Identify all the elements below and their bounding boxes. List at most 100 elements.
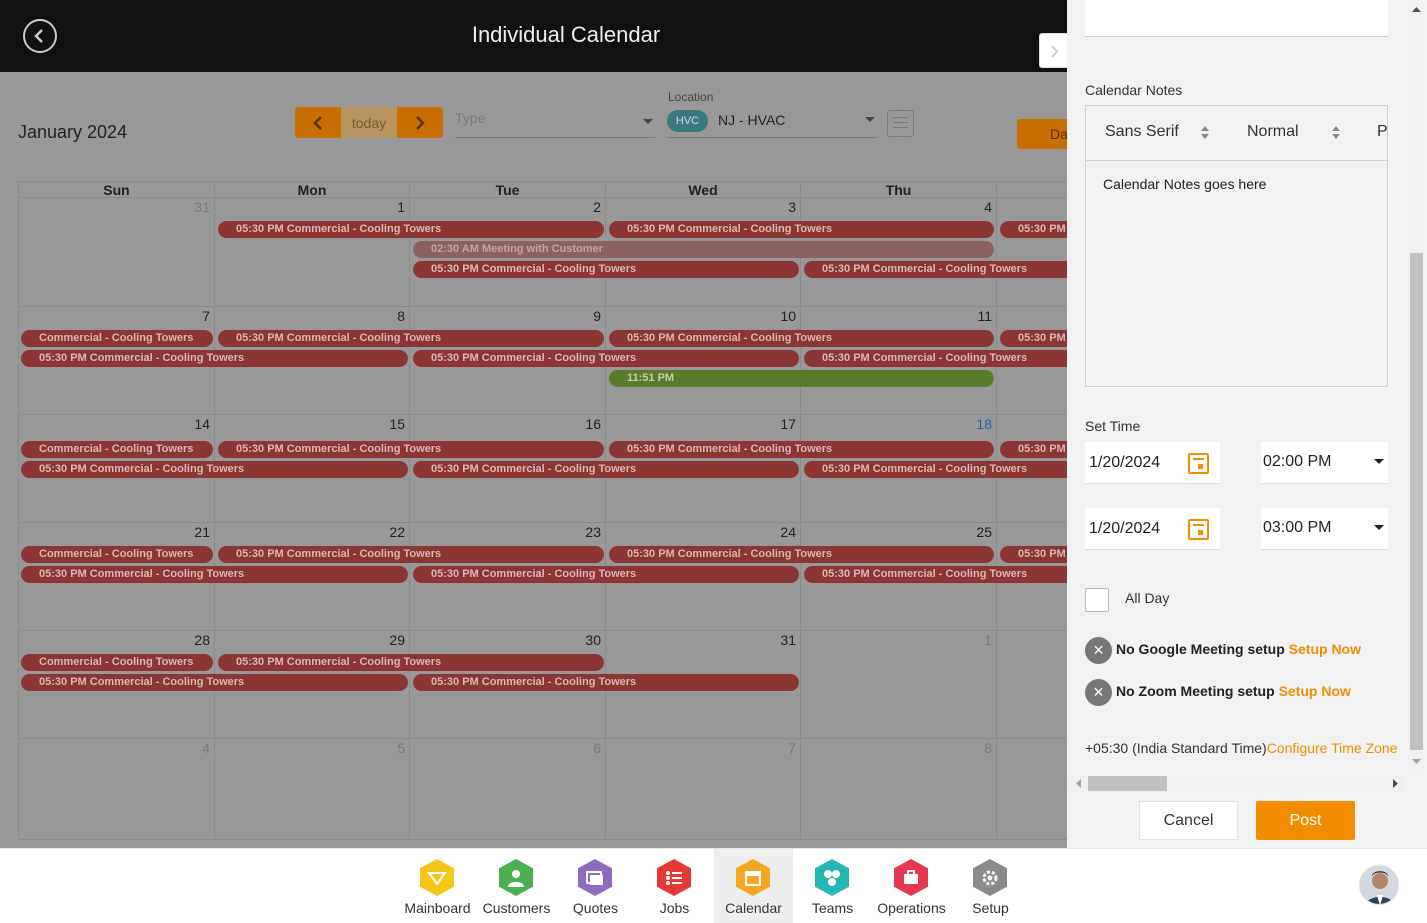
day-cell[interactable]: 31 [19,198,215,307]
calendar-event[interactable]: 02:30 AM Meeting with Customer [413,241,994,258]
calendar-event[interactable]: 05:30 PM Commercial - Cooling Towers [218,221,604,238]
location-badge: HVC [667,110,708,132]
calendar-event[interactable]: 05:30 PM Commercial - Cooling Towers [609,441,994,458]
panel-vertical-scrollbar[interactable] [1408,0,1425,775]
start-time-select[interactable]: 02:00 PM [1261,442,1388,484]
calendar-event[interactable]: Commercial - Cooling Towers [21,654,213,671]
google-meeting-text: No Google Meeting setup [1116,641,1285,657]
scroll-left-icon [1076,779,1081,788]
calendar-event[interactable]: 05:30 PM Commercial - Cooling Towers [413,461,799,478]
calendar-event[interactable]: 05:30 PM Commercial - Cooling Towers [218,441,604,458]
nav-quotes[interactable]: Quotes [556,849,635,923]
google-setup-link[interactable]: Setup Now [1289,641,1361,657]
calendar-event[interactable]: 05:30 PM Commercial - Cooling Towers [804,566,1080,583]
nav-operations[interactable]: Operations [872,849,951,923]
weekday-header: Sun [19,182,215,198]
day-cell[interactable]: 1 [801,631,997,739]
scrollbar-thumb[interactable] [1410,253,1423,750]
scrollbar-thumb[interactable] [1088,776,1167,791]
nav-customers[interactable]: Customers [477,849,556,923]
day-cell[interactable]: 4 [19,739,215,840]
zoom-setup-link[interactable]: Setup Now [1279,683,1351,699]
calendar-event[interactable]: 05:30 PM Commercial - Cooling Towers [413,566,799,583]
calendar-event[interactable]: 05:30 PM Commercial - Cooling Towers [218,330,604,347]
list-view-icon[interactable] [887,110,914,137]
all-day-checkbox[interactable] [1085,588,1109,612]
day-number: 24 [780,524,796,540]
calendar-event[interactable]: 05:30 PM Commercial - Cooling Towers [21,566,408,583]
day-cell[interactable]: 8 [801,739,997,840]
calendar-event[interactable]: 05:30 PM Commercial - Cooling Towers [21,350,408,367]
location-value: NJ - HVAC [718,112,786,128]
day-cell[interactable]: 7 [606,739,801,840]
calendar-event[interactable]: 05:30 PM Commercial - Cooling Towers [609,546,994,563]
calendar-event[interactable]: 05:30 PM Commercial - Cooling Towers [804,461,1080,478]
location-select[interactable]: HVC NJ - HVAC [667,108,877,138]
post-button[interactable]: Post [1256,801,1355,840]
nav-mainboard[interactable]: Mainboard [398,849,477,923]
quotes-icon [578,859,612,896]
end-time-select[interactable]: 03:00 PM [1261,508,1388,550]
day-cell[interactable]: 5 [215,739,410,840]
calendar-event[interactable]: 05:30 PM Commercial - Cooling Towers [21,674,408,691]
day-number: 18 [976,416,992,432]
day-number: 29 [389,632,405,648]
prev-button[interactable] [295,107,341,138]
panel-horizontal-scrollbar[interactable] [1069,774,1405,793]
jobs-icon [657,859,691,896]
nav-setup[interactable]: Setup [951,849,1030,923]
configure-timezone-link[interactable]: Configure Time Zone [1267,740,1398,756]
end-date-value: 1/20/2024 [1089,520,1161,537]
cancel-button[interactable]: Cancel [1139,801,1238,840]
date-nav-group: today [295,107,443,138]
operations-icon [894,859,928,896]
calendar-event[interactable]: 05:30 PM Commercial - Cooling Towers [413,674,799,691]
day-number: 3 [788,199,796,215]
calendar-event[interactable]: 05:30 PM Commercial - Cooling Towers [609,221,994,238]
nav-label: Calendar [725,900,782,916]
day-cell[interactable]: 1 [215,198,410,307]
day-cell[interactable] [997,198,1068,307]
calendar-event[interactable]: 05:30 PM Commercial - Cooling Towers [413,261,799,278]
calendar-icon[interactable] [1188,453,1209,474]
notes-textarea[interactable]: Calendar Notes goes here [1103,176,1266,192]
today-button[interactable]: today [340,107,398,138]
scroll-right-icon [1393,779,1398,788]
calendar-event[interactable]: 05:30 PM Commercial - Cooling Towers [413,350,799,367]
nav-calendar[interactable]: Calendar [714,849,793,923]
month-label: January 2024 [18,122,128,142]
calendar-event[interactable]: 05:30 PM Commercial - Cooling Towers [21,461,408,478]
nav-jobs[interactable]: Jobs [635,849,714,923]
calendar-event[interactable]: 05:30 PM Commercial - Cooling Towers [218,654,604,671]
start-date-input[interactable]: 1/20/2024 [1085,442,1220,484]
day-cell[interactable] [997,631,1068,739]
user-avatar[interactable] [1359,865,1399,905]
mainboard-icon [420,859,454,896]
day-cell[interactable]: 6 [410,739,606,840]
next-button[interactable] [397,107,443,138]
font-family-select[interactable]: Sans Serif [1105,123,1179,141]
calendar-event[interactable]: Commercial - Cooling Towers [21,330,213,347]
calendar-event[interactable]: Commercial - Cooling Towers [21,441,213,458]
calendar-event[interactable]: 05:30 PM Commercial - Cooling Towers [218,546,604,563]
nav-teams[interactable]: Teams [793,849,872,923]
type-select[interactable]: Type [455,110,655,138]
end-date-input[interactable]: 1/20/2024 [1085,508,1220,550]
nav-label: Quotes [572,900,619,916]
font-size-select[interactable]: Normal [1247,123,1299,141]
calendar-icon[interactable] [1188,519,1209,540]
collapse-panel-tab[interactable] [1039,33,1067,68]
day-number: 7 [202,308,210,324]
paragraph-select[interactable]: Para [1377,123,1387,141]
event-title-input[interactable] [1085,0,1388,37]
calendar-event[interactable]: 11:51 PM [609,370,994,387]
day-number: 25 [976,524,992,540]
day-cell[interactable] [997,739,1068,840]
calendar-event[interactable]: 05:30 PM Commercial - Cooling Towers [609,330,994,347]
calendar-event[interactable]: 05:30 PM Commercial - Cooling Towers [804,261,1080,278]
calendar-event[interactable]: Commercial - Cooling Towers [21,546,213,563]
day-number: 30 [585,632,601,648]
calendar-event[interactable]: 05:30 PM Commercial - Cooling Towers [804,350,1080,367]
day-number: 4 [984,199,992,215]
day-number: 17 [780,416,796,432]
